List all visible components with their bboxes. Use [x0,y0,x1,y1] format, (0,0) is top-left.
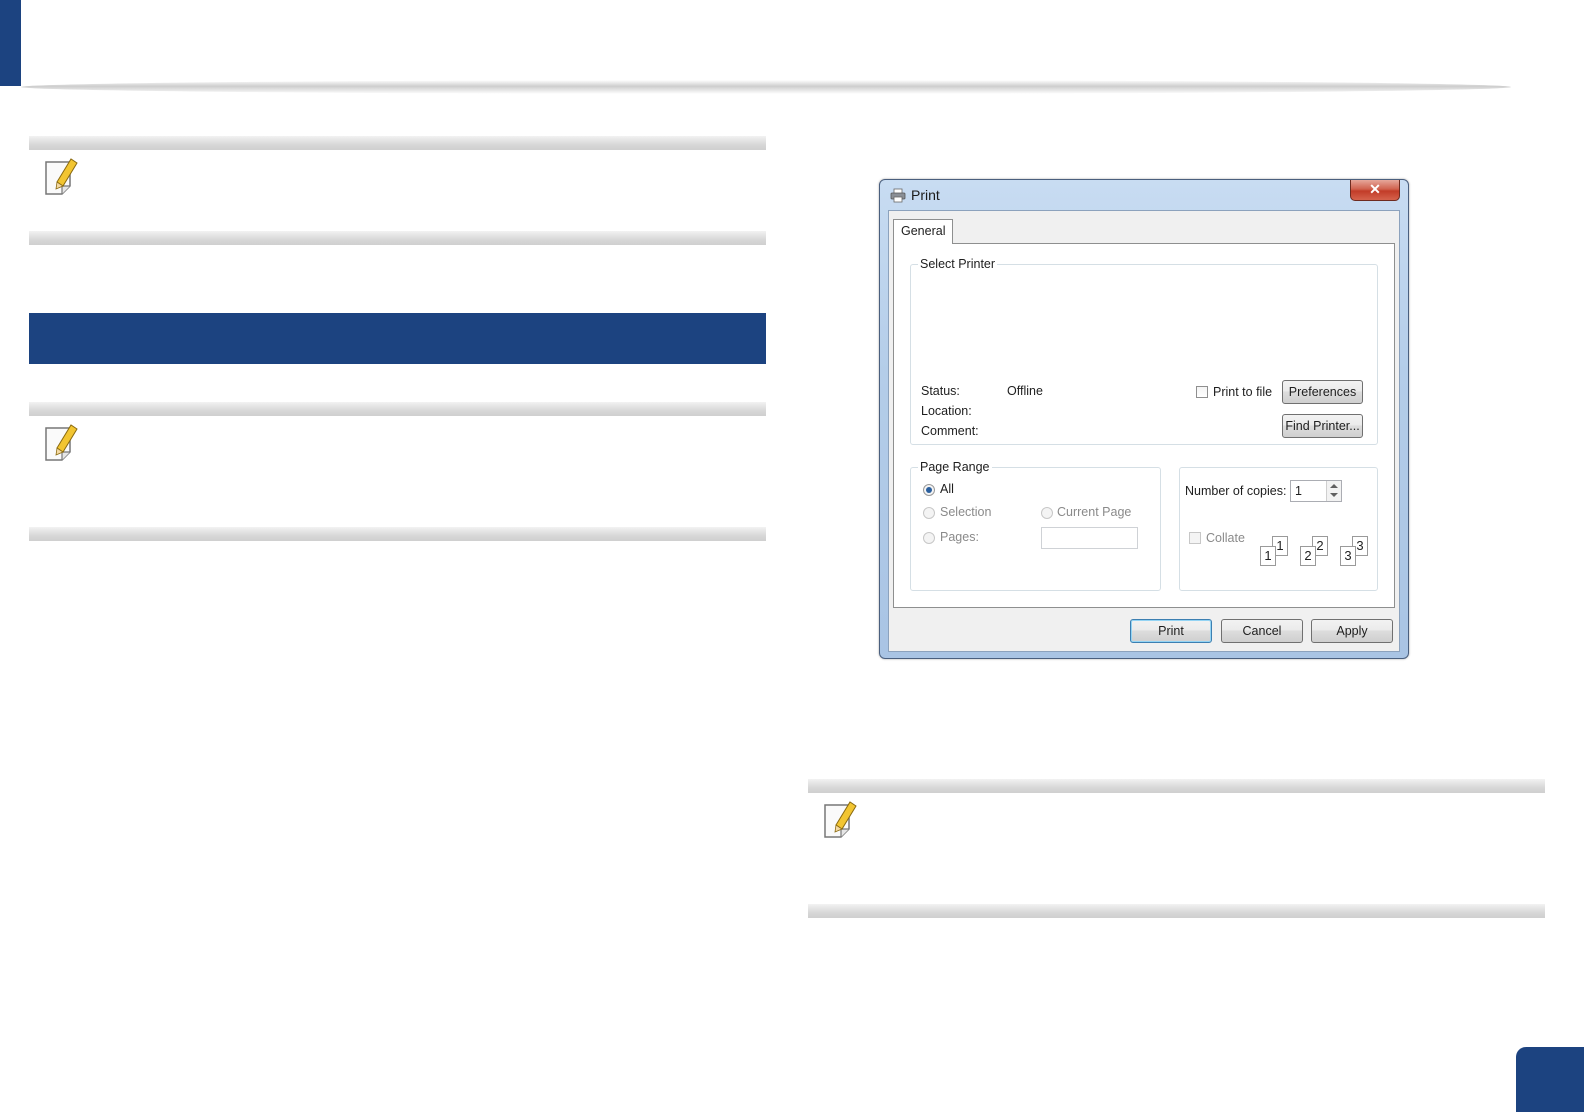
copies-value: 1 [1295,484,1302,498]
dialog-title: Print [911,187,940,203]
copies-input[interactable]: 1 [1290,480,1342,502]
page-range-label: Page Range [918,460,992,474]
header-rule [21,80,1511,94]
note-bottom-bar [808,904,1545,918]
collate-illustration: 1 1 2 2 3 3 [1256,534,1376,574]
select-printer-label: Select Printer [918,257,998,271]
note-bottom-bar [29,231,766,245]
note-top-bar [29,402,766,416]
print-to-file-checkbox[interactable] [1196,386,1208,398]
radio-selected-dot [926,487,932,493]
printer-icon [890,188,906,203]
radio-all[interactable] [923,484,935,496]
status-label: Status: [921,384,960,398]
find-printer-button-label: Find Printer... [1285,419,1360,433]
preferences-button[interactable]: Preferences [1282,380,1363,404]
radio-all-label: All [940,482,954,496]
page-number-tab [1516,1047,1584,1112]
radio-current-page[interactable] [1041,507,1053,519]
preferences-button-label: Preferences [1288,385,1357,399]
cancel-button[interactable]: Cancel [1221,619,1303,643]
print-to-file-label: Print to file [1213,385,1273,399]
collate-label: Collate [1206,531,1245,545]
tab-general[interactable]: General [893,219,953,244]
print-dialog: Print ✕ General Select Printer Status: O… [879,179,1409,659]
spin-down-icon[interactable] [1330,493,1338,497]
collate-page-front: 1 [1260,546,1276,566]
note-bottom-bar [29,527,766,541]
tab-panel: Select Printer Status: Offline Location:… [893,243,1395,608]
copies-label: Number of copies: [1185,484,1287,498]
apply-button-label: Apply [1336,624,1368,638]
print-button[interactable]: Print [1130,619,1212,643]
header-accent-tab [0,0,21,86]
apply-button[interactable]: Apply [1311,619,1393,643]
note-pencil-icon [45,424,78,461]
print-button-label: Print [1158,624,1184,638]
note-box-1 [29,136,766,245]
spin-up-icon[interactable] [1330,484,1338,488]
note-top-bar [29,136,766,150]
close-icon: ✕ [1369,181,1381,197]
cancel-button-label: Cancel [1242,624,1282,638]
dialog-client-area: General Select Printer Status: Offline L… [888,210,1400,652]
collate-page-front: 2 [1300,546,1316,566]
close-button[interactable]: ✕ [1350,180,1400,201]
note-pencil-icon [45,158,78,195]
location-label: Location: [921,404,972,418]
dialog-title-bar[interactable]: Print ✕ [880,180,1408,210]
collate-page-front: 3 [1340,546,1356,566]
find-printer-button[interactable]: Find Printer... [1282,414,1363,438]
note-pencil-icon [824,801,857,838]
comment-label: Comment: [921,424,979,438]
tab-general-label: General [901,224,946,238]
radio-current-page-label: Current Page [1057,505,1132,519]
radio-pages[interactable] [923,532,935,544]
note-top-bar [808,779,1545,793]
radio-pages-label: Pages: [940,530,979,544]
radio-selection[interactable] [923,507,935,519]
section-heading-bar [29,313,766,364]
pages-input[interactable] [1041,527,1138,549]
note-box-2 [29,402,766,541]
copies-spinner[interactable] [1326,481,1341,501]
note-box-3 [808,779,1545,918]
radio-selection-label: Selection [940,505,992,519]
status-value: Offline [1007,384,1043,398]
collate-checkbox[interactable] [1189,532,1201,544]
